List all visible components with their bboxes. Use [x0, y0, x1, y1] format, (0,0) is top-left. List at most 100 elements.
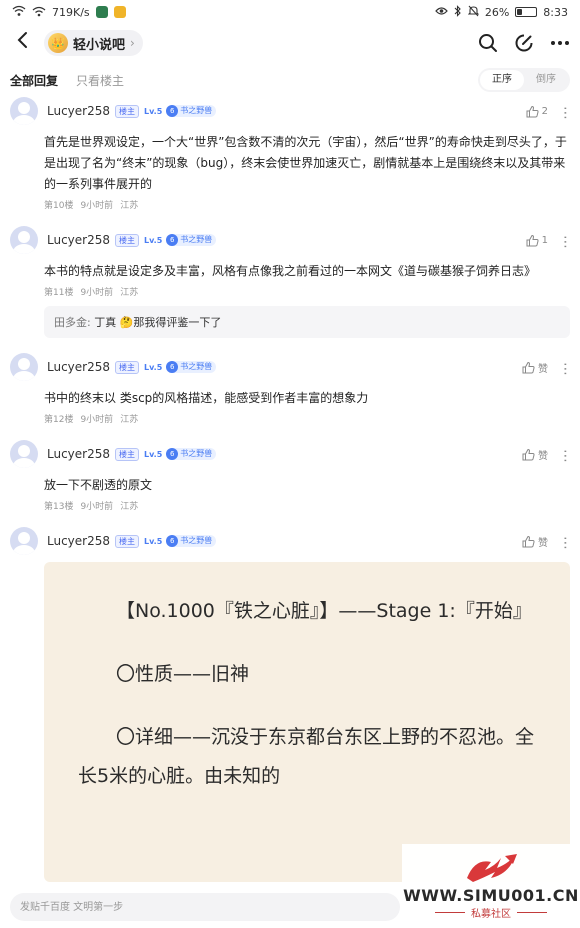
back-button[interactable]	[10, 26, 34, 60]
avatar[interactable]	[10, 440, 38, 468]
level-badge: Lv.5	[144, 449, 163, 459]
mute-bell-icon	[467, 5, 480, 20]
title-level-icon: 6	[166, 361, 179, 373]
floor-number: 第12楼	[44, 415, 74, 425]
battery-percent: 26%	[484, 5, 510, 19]
username[interactable]: Lucyer258	[47, 534, 110, 548]
sub-reply-text: 丁真 🤔那我得评鉴一下了	[90, 316, 222, 329]
like-label: 赞	[538, 363, 548, 375]
like-label: 赞	[538, 537, 548, 549]
watermark-subtitle: 私募社区	[435, 905, 547, 920]
chevron-right-icon: ›	[130, 36, 135, 50]
app-notification-icon	[113, 6, 126, 18]
more-options-icon[interactable]: ⋯	[557, 235, 573, 248]
thumb-up-icon	[526, 105, 539, 117]
battery-icon	[515, 7, 538, 17]
more-options-icon[interactable]: ⋯	[557, 536, 573, 549]
image-text-line: 〇性质——旧神	[116, 663, 250, 685]
reply-post: Lucyer258 楼主 Lv.5 6 书之野兽 赞 ⋯ 放一下不剧透的原文 第1…	[0, 439, 580, 512]
net-speed: 719K/s	[52, 5, 90, 19]
floor-number: 第11楼	[44, 288, 74, 298]
reply-post: Lucyer258 楼主 Lv.5 6 书之野兽 1 ⋯ 本书的特点就是设定多及丰…	[0, 225, 580, 338]
post-meta: 第11楼 9小时前 江苏	[44, 285, 570, 298]
floor-number: 第10楼	[44, 201, 74, 211]
avatar[interactable]	[10, 527, 38, 555]
watermark-site: WWW.SIMU001.CN	[403, 886, 579, 905]
forum-entry[interactable]: 👑 轻小说吧 ›	[44, 30, 143, 56]
username[interactable]: Lucyer258	[47, 104, 110, 118]
reply-post: Lucyer258 楼主 Lv.5 6 书之野兽 赞 ⋯ 书中的终末以 类scp的…	[0, 352, 580, 425]
top-bar: 👑 轻小说吧 ›	[0, 26, 580, 60]
more-icon[interactable]	[550, 40, 570, 46]
title-level-icon: 6	[166, 105, 179, 117]
like-button[interactable]: 赞	[522, 447, 548, 462]
thumb-up-icon	[522, 448, 535, 460]
eye-icon	[435, 6, 448, 19]
like-count: 2	[541, 105, 548, 117]
avatar[interactable]	[10, 97, 38, 125]
username[interactable]: Lucyer258	[47, 360, 110, 374]
level-badge: Lv.5	[144, 362, 163, 372]
like-button[interactable]: 赞	[522, 534, 548, 549]
title-badge: 6 书之野兽	[166, 361, 217, 373]
sub-reply[interactable]: 田多金: 丁真 🤔那我得评鉴一下了	[44, 306, 570, 338]
post-location: 江苏	[120, 415, 139, 425]
like-button[interactable]: 2	[526, 105, 548, 118]
avatar[interactable]	[10, 226, 38, 254]
like-label: 赞	[538, 450, 548, 462]
post-image[interactable]: 【No.1000『铁之心脏』】——Stage 1:『开始』 〇性质——旧神 〇详…	[44, 562, 570, 882]
tab-owner-only[interactable]: 只看楼主	[76, 72, 124, 89]
level-badge: Lv.5	[144, 106, 163, 116]
title-badge: 6 书之野兽	[166, 535, 217, 547]
sort-asc-button[interactable]: 正序	[480, 70, 524, 90]
post-time: 9小时前	[80, 201, 114, 211]
image-text-line: 〇详细——沉没于东京都台东区上野的不忍池。全长5米的心脏。由未知的	[78, 726, 535, 787]
clock: 8:33	[543, 5, 568, 19]
post-time: 9小时前	[80, 288, 114, 298]
title-level-icon: 6	[166, 535, 179, 547]
post-time: 9小时前	[80, 415, 114, 425]
sort-desc-button[interactable]: 倒序	[524, 70, 568, 90]
title-badge: 6 书之野兽	[166, 448, 217, 460]
thumb-up-icon	[522, 535, 535, 547]
post-meta: 第10楼 9小时前 江苏	[44, 198, 570, 211]
title-badge-label: 书之野兽	[180, 449, 213, 458]
like-button[interactable]: 赞	[522, 360, 548, 375]
level-badge: Lv.5	[144, 536, 163, 546]
sort-toggle: 正序 倒序	[478, 68, 570, 92]
bluetooth-icon	[454, 4, 462, 20]
username[interactable]: Lucyer258	[47, 447, 110, 461]
title-level-icon: 6	[166, 448, 179, 460]
post-time: 9小时前	[80, 502, 114, 512]
more-options-icon[interactable]: ⋯	[557, 449, 573, 462]
avatar[interactable]	[10, 353, 38, 381]
title-badge-label: 书之野兽	[180, 536, 213, 545]
level-badge: Lv.5	[144, 235, 163, 245]
status-bar: 719K/s 26% 8:33	[0, 0, 580, 24]
title-level-icon: 6	[166, 234, 179, 246]
owner-badge: 楼主	[115, 447, 139, 461]
title-badge-label: 书之野兽	[180, 106, 213, 115]
edit-icon[interactable]	[514, 33, 534, 53]
post-body: 本书的特点就是设定多及丰富，风格有点像我之前看过的一本网文《道与碳基猴子饲养日志…	[44, 264, 537, 278]
title-badge: 6 书之野兽	[166, 105, 217, 117]
title-badge-label: 书之野兽	[180, 235, 213, 244]
post-body: 放一下不剧透的原文	[44, 478, 153, 492]
username[interactable]: Lucyer258	[47, 233, 110, 247]
more-options-icon[interactable]: ⋯	[557, 106, 573, 119]
reply-input[interactable]	[10, 893, 400, 921]
post-body: 书中的终末以 类scp的风格描述，能感受到作者丰富的想象力	[44, 391, 369, 405]
post-location: 江苏	[120, 201, 139, 211]
post-body: 首先是世界观设定，一个大“世界”包含数不清的次元（宇宙），然后“世界”的寿命快走…	[44, 135, 567, 191]
sub-reply-author[interactable]: 田多金:	[54, 316, 91, 329]
more-options-icon[interactable]: ⋯	[557, 362, 573, 375]
thumb-up-icon	[526, 234, 539, 246]
search-icon[interactable]	[478, 33, 498, 53]
owner-badge: 楼主	[115, 360, 139, 374]
like-button[interactable]: 1	[526, 234, 548, 247]
thumb-up-icon	[522, 361, 535, 373]
floor-number: 第13楼	[44, 502, 74, 512]
reply-post: Lucyer258 楼主 Lv.5 6 书之野兽 2 ⋯ 首先是世界观设定，一个大…	[0, 96, 580, 211]
tab-all-replies[interactable]: 全部回复	[10, 72, 58, 89]
signal-icon	[12, 5, 26, 20]
